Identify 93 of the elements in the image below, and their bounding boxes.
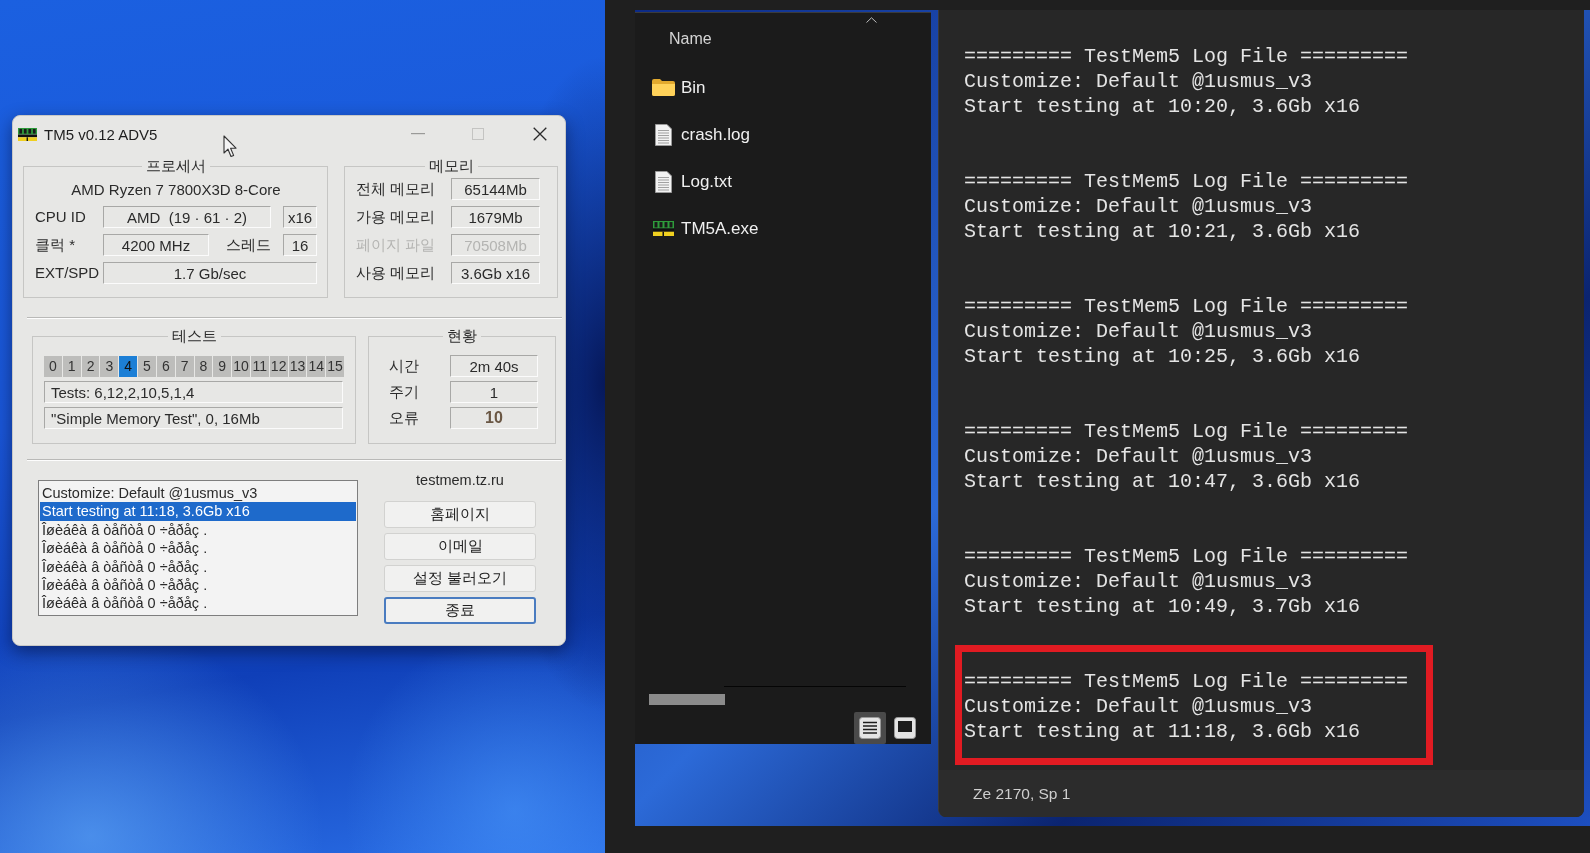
test-indicator: 6 bbox=[156, 355, 175, 377]
list-icon bbox=[859, 717, 881, 739]
dialog-button[interactable]: 홈페이지 bbox=[384, 501, 536, 528]
field-label: 오류 bbox=[389, 408, 420, 428]
value-field: 4200 MHz bbox=[103, 234, 209, 256]
group-heading: 프로세서 bbox=[141, 157, 210, 175]
value-field: 2m 40s bbox=[450, 355, 538, 377]
log-line: Start testing at 10:25, 3.6Gb x16 bbox=[964, 344, 1361, 369]
website-text: testmem.tz.ru bbox=[415, 471, 505, 490]
document-icon bbox=[655, 123, 672, 146]
value-field: 65144Mb bbox=[451, 178, 540, 200]
log-list-item[interactable]: Îøèáêà â òåñòå 0 ÷åðåç . bbox=[40, 557, 356, 576]
value-field: "Simple Memory Test", 0, 16Mb bbox=[44, 407, 343, 429]
log-line: Start testing at 10:49, 3.7Gb x16 bbox=[964, 594, 1361, 619]
value-field: 1.7 Gb/sec bbox=[103, 262, 317, 284]
file-name[interactable]: crash.log bbox=[681, 124, 750, 145]
test-indicator: 14 bbox=[307, 355, 326, 377]
square-icon bbox=[894, 717, 916, 739]
folder-icon bbox=[652, 79, 675, 96]
log-line: Start testing at 10:20, 3.6Gb x16 bbox=[964, 94, 1361, 119]
test-indicator: 0 bbox=[44, 355, 62, 377]
log-line: Start testing at 10:21, 3.6Gb x16 bbox=[964, 219, 1361, 244]
test-indicator: 15 bbox=[326, 355, 344, 377]
field-label: 클럭 * bbox=[35, 235, 76, 255]
log-line: Customize: Default @1usmus_v3 bbox=[964, 694, 1313, 719]
dialog-button[interactable]: 이메일 bbox=[384, 533, 536, 560]
scrollbar-thumb[interactable] bbox=[649, 694, 725, 705]
test-indicator: 3 bbox=[100, 355, 119, 377]
value-field: 1 bbox=[450, 381, 538, 403]
value-field: AMD (19 · 61 · 2) bbox=[103, 206, 271, 228]
document-icon bbox=[655, 170, 672, 193]
value-field: 10 bbox=[450, 407, 538, 429]
log-line: ========= TestMem5 Log File ========= bbox=[964, 544, 1409, 569]
memory-stick-icon bbox=[653, 221, 674, 236]
dialog-button[interactable]: 종료 bbox=[384, 597, 536, 624]
test-indicator: 8 bbox=[194, 355, 213, 377]
mouse-pointer-icon bbox=[223, 135, 239, 158]
column-header[interactable]: Name bbox=[669, 29, 712, 48]
field-label: 전체 메모리 bbox=[356, 179, 437, 199]
test-indicator: 5 bbox=[138, 355, 156, 377]
log-list-item[interactable]: Customize: Default @1usmus_v3 bbox=[40, 484, 356, 503]
test-indicator: 10 bbox=[232, 355, 250, 377]
log-line: Start testing at 10:47, 3.6Gb x16 bbox=[964, 469, 1361, 494]
window-title: TM5 v0.12 ADV5 bbox=[44, 125, 158, 143]
log-line: ========= TestMem5 Log File ========= bbox=[964, 169, 1409, 194]
test-indicator: 2 bbox=[81, 355, 100, 377]
test-indicator: 11 bbox=[250, 355, 269, 377]
file-name[interactable]: TM5A.exe bbox=[681, 218, 759, 239]
log-line: Customize: Default @1usmus_v3 bbox=[964, 444, 1313, 469]
value-field: 3.6Gb x16 bbox=[451, 262, 540, 284]
log-list-item[interactable]: Start testing at 11:18, 3.6Gb x16 bbox=[40, 502, 356, 521]
test-indicator: 7 bbox=[175, 355, 194, 377]
log-list-item[interactable]: Îøèáêà â òåñòå 0 ÷åðåç . bbox=[40, 594, 356, 613]
field-label: 시간 bbox=[389, 356, 420, 376]
log-line: Customize: Default @1usmus_v3 bbox=[964, 194, 1313, 219]
test-indicator: 9 bbox=[213, 355, 232, 377]
test-indicator: 1 bbox=[62, 355, 81, 377]
field-label: 사용 메모리 bbox=[356, 263, 437, 283]
file-name[interactable]: Log.txt bbox=[681, 171, 733, 192]
log-line: Customize: Default @1usmus_v3 bbox=[964, 69, 1313, 94]
log-line: Customize: Default @1usmus_v3 bbox=[964, 569, 1313, 594]
group-heading: 메모리 bbox=[424, 157, 478, 175]
log-line: ========= TestMem5 Log File ========= bbox=[964, 419, 1409, 444]
close-icon[interactable] bbox=[533, 127, 547, 141]
cpu-model-text: AMD Ryzen 7 7800X3D 8-Core bbox=[70, 180, 282, 198]
log-list-item[interactable]: Îøèáêà â òåñòå 0 ÷åðåç . bbox=[40, 520, 356, 540]
test-indicator: 4 bbox=[119, 355, 138, 377]
group-heading: 테스트 bbox=[167, 327, 221, 345]
view-button[interactable] bbox=[854, 712, 886, 744]
log-line: Customize: Default @1usmus_v3 bbox=[964, 319, 1313, 344]
test-indicator: 13 bbox=[288, 355, 307, 377]
log-list-item[interactable]: Îøèáêà â òåñòå 0 ÷åðåç . bbox=[40, 539, 356, 558]
log-list-item[interactable]: Îøèáêà â òåñòå 0 ÷åðåç . bbox=[40, 575, 356, 595]
field-label: EXT/SPD bbox=[35, 263, 101, 283]
cursor-position-text: Ze 2170, Sp 1 bbox=[973, 784, 1071, 803]
log-line: Start testing at 11:18, 3.6Gb x16 bbox=[964, 719, 1361, 744]
value-field: 1679Mb bbox=[451, 206, 540, 228]
log-line: ========= TestMem5 Log File ========= bbox=[964, 669, 1409, 694]
value-field: x16 bbox=[283, 206, 317, 228]
field-label: CPU ID bbox=[35, 207, 87, 227]
field-label: 스레드 bbox=[225, 235, 271, 255]
value-field: 16 bbox=[283, 234, 317, 256]
dialog-button[interactable]: 설정 불러오기 bbox=[384, 565, 536, 592]
test-indicator: 12 bbox=[269, 355, 288, 377]
file-name[interactable]: Bin bbox=[681, 77, 706, 98]
value-field: Tests: 6,12,2,10,5,1,4 bbox=[44, 381, 343, 403]
caret-icon bbox=[866, 17, 877, 23]
group-heading: 현황 bbox=[443, 327, 481, 345]
log-line: ========= TestMem5 Log File ========= bbox=[964, 294, 1409, 319]
field-label: 주기 bbox=[389, 382, 420, 402]
log-line: ========= TestMem5 Log File ========= bbox=[964, 44, 1409, 69]
field-label: 가용 메모리 bbox=[356, 207, 437, 227]
memory-stick-icon bbox=[18, 127, 37, 141]
